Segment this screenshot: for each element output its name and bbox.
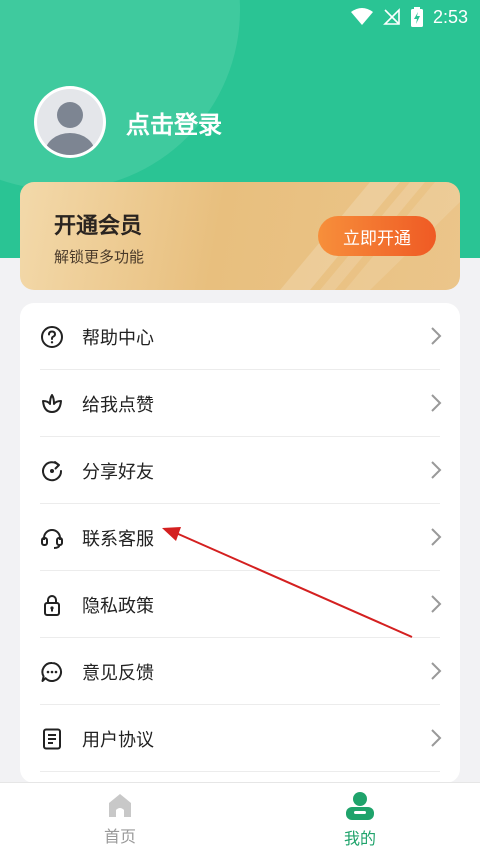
activate-vip-button[interactable]: 立即开通 <box>318 216 436 256</box>
chevron-right-icon <box>431 528 442 546</box>
menu-item-label: 分享好友 <box>82 461 154 483</box>
login-area[interactable]: 点击登录 <box>34 86 222 158</box>
menu-item-label: 联系客服 <box>82 528 154 550</box>
default-avatar-icon <box>37 89 103 155</box>
menu-item-label: 帮助中心 <box>82 327 154 349</box>
chevron-right-icon <box>431 327 442 345</box>
wifi-icon <box>350 8 373 25</box>
document-icon <box>40 727 64 751</box>
menu-item-like-us[interactable]: 给我点赞 <box>20 370 460 437</box>
status-bar: 2:53 <box>0 0 480 34</box>
bottom-navigation: 首页 我的 <box>0 782 480 854</box>
home-icon <box>109 794 131 817</box>
menu-item-label: 用户协议 <box>82 729 154 751</box>
no-signal-icon <box>383 8 400 25</box>
chevron-right-icon <box>431 729 442 747</box>
chat-bubble-icon <box>40 660 64 684</box>
help-circle-icon <box>40 325 64 349</box>
menu-item-label: 隐私政策 <box>82 595 154 617</box>
menu-item-share-friends[interactable]: 分享好友 <box>20 437 460 504</box>
nav-tab-home[interactable]: 首页 <box>0 783 240 854</box>
menu-item-help-center[interactable]: 帮助中心 <box>20 303 460 370</box>
share-refresh-icon <box>40 459 64 483</box>
menu-item-user-agreement[interactable]: 用户协议 <box>20 705 460 772</box>
menu-item-contact-service[interactable]: 联系客服 <box>20 504 460 571</box>
avatar[interactable] <box>34 86 106 158</box>
menu-item-label: 意见反馈 <box>82 662 154 684</box>
login-label[interactable]: 点击登录 <box>126 105 222 140</box>
vip-card[interactable]: 开通会员 解锁更多功能 立即开通 <box>20 182 460 290</box>
menu-card: 帮助中心 给我点赞 分享好友 联系客服 隐私政策 意见反馈 用户协议 <box>20 303 460 783</box>
vip-title: 开通会员 <box>54 214 143 239</box>
nav-label-mine: 我的 <box>343 829 376 848</box>
nav-tab-mine[interactable]: 我的 <box>240 783 480 854</box>
profile-icon <box>346 792 374 820</box>
chevron-right-icon <box>431 394 442 412</box>
flower-icon <box>40 392 64 416</box>
chevron-right-icon <box>431 461 442 479</box>
battery-charging-icon <box>410 7 423 27</box>
menu-item-label: 给我点赞 <box>82 394 154 416</box>
chevron-right-icon <box>431 662 442 680</box>
menu-item-privacy-policy[interactable]: 隐私政策 <box>20 571 460 638</box>
lock-icon <box>40 593 64 617</box>
status-time: 2:53 <box>432 6 468 27</box>
vip-subtitle: 解锁更多功能 <box>54 248 145 266</box>
nav-label-home: 首页 <box>103 827 136 846</box>
headset-icon <box>40 526 64 550</box>
menu-item-feedback[interactable]: 意见反馈 <box>20 638 460 705</box>
chevron-right-icon <box>431 595 442 613</box>
